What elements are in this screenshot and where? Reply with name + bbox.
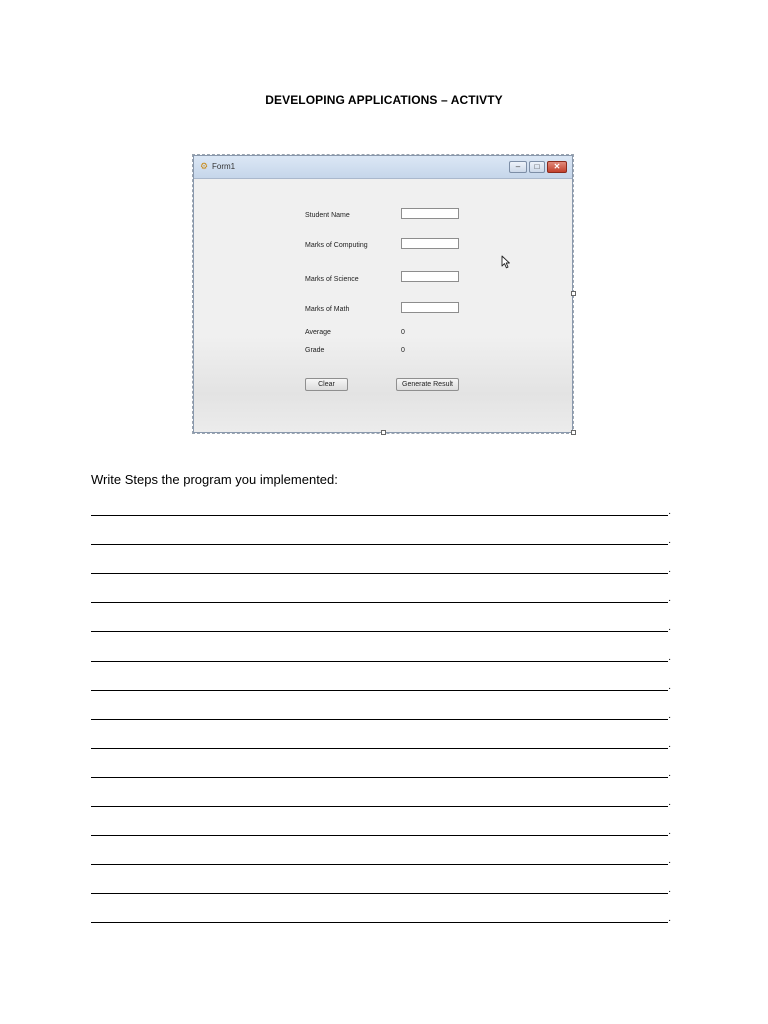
window-title-bar[interactable]: ⚙ Form1 – □ ✕ bbox=[194, 156, 572, 179]
answer-line-rule bbox=[91, 718, 668, 720]
answer-line-rule bbox=[91, 835, 668, 837]
line-end-period: . bbox=[668, 767, 671, 779]
grade-label: Grade bbox=[305, 347, 325, 354]
answer-line: . bbox=[91, 589, 671, 605]
marks-computing-label: Marks of Computing bbox=[305, 242, 368, 249]
instruction-text: Write Steps the program you implemented: bbox=[91, 472, 338, 487]
line-end-period: . bbox=[668, 913, 671, 925]
answer-line: . bbox=[91, 764, 671, 778]
answer-line: . bbox=[91, 793, 671, 808]
window-title: Form1 bbox=[212, 162, 236, 171]
answer-line: . bbox=[91, 880, 671, 896]
answer-line: . bbox=[91, 648, 671, 662]
line-end-period: . bbox=[668, 506, 671, 517]
grade-value: 0 bbox=[401, 347, 405, 354]
average-value: 0 bbox=[401, 329, 405, 336]
answer-line-rule bbox=[91, 544, 668, 546]
line-end-period: . bbox=[668, 709, 671, 721]
answer-line-rule bbox=[91, 747, 668, 749]
answer-line: . bbox=[91, 822, 671, 838]
maximize-icon[interactable]: □ bbox=[529, 161, 545, 173]
line-end-period: . bbox=[668, 564, 671, 576]
line-end-period: . bbox=[668, 855, 671, 867]
answer-line-rule bbox=[91, 893, 668, 895]
answer-line: . bbox=[91, 677, 671, 691]
clear-button[interactable]: Clear bbox=[305, 378, 348, 391]
app-icon: ⚙ bbox=[200, 161, 209, 171]
line-end-period: . bbox=[668, 826, 671, 838]
form-client-area: Student Name Marks of Computing Marks of… bbox=[194, 179, 572, 432]
answer-line: . bbox=[91, 909, 671, 925]
answer-line: . bbox=[91, 531, 671, 547]
line-end-period: . bbox=[668, 738, 671, 750]
answer-line-rule bbox=[91, 515, 668, 516]
document-title: DEVELOPING APPLICATIONS – ACTIVTY bbox=[265, 93, 503, 107]
resize-handle-bottom[interactable] bbox=[381, 430, 386, 435]
answer-line-rule bbox=[91, 806, 668, 807]
answer-line-rule bbox=[91, 631, 668, 633]
line-end-period: . bbox=[668, 535, 671, 547]
marks-computing-input[interactable] bbox=[401, 238, 459, 249]
answer-line-rule bbox=[91, 689, 668, 691]
marks-math-input[interactable] bbox=[401, 302, 459, 313]
minimize-icon[interactable]: – bbox=[509, 161, 527, 173]
generate-result-button[interactable]: Generate Result bbox=[396, 378, 459, 391]
answer-line-rule bbox=[91, 922, 668, 924]
mouse-cursor-icon bbox=[501, 255, 510, 269]
line-end-period: . bbox=[668, 651, 671, 663]
answer-line: . bbox=[91, 502, 671, 517]
line-end-period: . bbox=[668, 797, 671, 808]
resize-handle-corner[interactable] bbox=[571, 430, 576, 435]
answer-line-rule bbox=[91, 864, 668, 866]
line-end-period: . bbox=[668, 884, 671, 896]
answer-line: . bbox=[91, 851, 671, 867]
marks-science-label: Marks of Science bbox=[305, 276, 359, 283]
marks-science-input[interactable] bbox=[401, 271, 459, 282]
form-window: ⚙ Form1 – □ ✕ Student Name Marks of Comp… bbox=[193, 155, 573, 433]
student-name-label: Student Name bbox=[305, 212, 350, 219]
resize-handle-right[interactable] bbox=[571, 291, 576, 296]
answer-line: . bbox=[91, 735, 671, 749]
answer-line-rule bbox=[91, 602, 668, 604]
line-end-period: . bbox=[668, 622, 671, 634]
line-end-period: . bbox=[668, 680, 671, 692]
close-icon[interactable]: ✕ bbox=[547, 161, 567, 173]
answer-line: . bbox=[91, 618, 671, 634]
line-end-period: . bbox=[668, 593, 671, 605]
marks-math-label: Marks of Math bbox=[305, 306, 350, 313]
answer-line-rule bbox=[91, 573, 668, 575]
student-name-input[interactable] bbox=[401, 208, 459, 219]
answer-line-rule bbox=[91, 776, 668, 778]
answer-line-rule bbox=[91, 660, 668, 662]
answer-line: . bbox=[91, 560, 671, 576]
average-label: Average bbox=[305, 329, 331, 336]
answer-line: . bbox=[91, 706, 671, 720]
